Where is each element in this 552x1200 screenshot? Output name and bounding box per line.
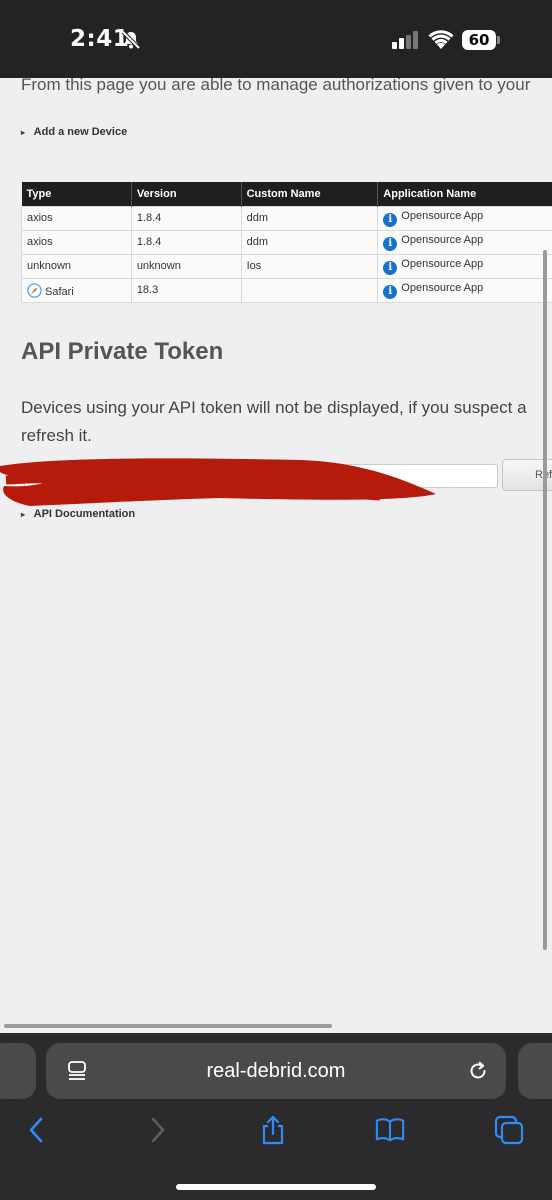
info-icon[interactable]: i: [383, 212, 398, 227]
cell-version: 1.8.4: [130, 229, 242, 255]
cell-version: unknown: [130, 253, 242, 279]
api-token-description: Devices using your API token will not be…: [21, 394, 552, 450]
chevron-right-icon: ▸: [21, 128, 26, 137]
safari-compass-icon: [27, 282, 42, 298]
column-header-application-name: Application Name: [377, 182, 552, 206]
wifi-icon: [428, 30, 454, 49]
home-indicator[interactable]: [176, 1184, 376, 1190]
share-icon[interactable]: [258, 1115, 288, 1145]
url-text: real-debrid.com: [206, 1060, 346, 1082]
cell-type: axios: [21, 205, 132, 231]
info-icon[interactable]: i: [383, 236, 398, 251]
bell-slash-icon: [121, 30, 141, 50]
next-tab-preview[interactable]: [518, 1043, 552, 1099]
cell-custom-name: Ios: [240, 253, 379, 279]
previous-tab-preview[interactable]: [0, 1043, 36, 1099]
column-header-type: Type: [21, 182, 132, 206]
bookmarks-icon[interactable]: [375, 1115, 405, 1145]
redaction-scribble: [0, 458, 436, 506]
api-documentation-label: API Documentation: [33, 508, 136, 520]
back-icon[interactable]: [22, 1115, 52, 1145]
status-bar: 2:41 60: [0, 0, 552, 78]
application-name: Opensource App: [401, 257, 484, 270]
cell-version: 1.8.4: [130, 205, 242, 231]
add-device-label: Add a new Device: [33, 126, 128, 138]
column-header-version: Version: [131, 182, 242, 206]
application-name: Opensource App: [401, 209, 484, 222]
tabs-icon[interactable]: [494, 1115, 524, 1145]
intro-text: From this page you are able to manage au…: [21, 78, 531, 94]
table-header-row: Type Version Custom Name Application Nam…: [21, 182, 552, 206]
api-token-heading: API Private Token: [21, 338, 224, 365]
info-icon[interactable]: i: [383, 260, 398, 275]
reload-icon[interactable]: [466, 1059, 490, 1083]
cell-custom-name: ddm: [240, 205, 379, 231]
info-icon[interactable]: i: [383, 284, 398, 299]
battery-level: 60: [462, 30, 496, 50]
column-header-custom-name: Custom Name: [241, 182, 379, 206]
signal-icon: [392, 31, 418, 49]
cell-type: Safari: [21, 277, 132, 303]
api-description-line-2: refresh it.: [21, 426, 92, 445]
cell-version: 18.3: [130, 277, 242, 303]
cell-type: unknown: [21, 253, 132, 279]
table-row: axios 1.8.4 ddm i Opensource App: [21, 205, 552, 231]
chevron-right-icon: ▸: [21, 510, 26, 519]
api-documentation-toggle[interactable]: ▸ API Documentation: [21, 508, 135, 520]
api-description-line-1: Devices using your API token will not be…: [21, 398, 527, 417]
application-name: Opensource App: [401, 281, 484, 294]
table-row: Safari 18.3 i Opensource App: [21, 277, 552, 303]
forward-icon[interactable]: [142, 1115, 172, 1145]
cell-type: axios: [21, 229, 132, 255]
cell-application-name: i Opensource App: [377, 277, 552, 303]
devices-table: Type Version Custom Name Application Nam…: [21, 182, 552, 303]
cell-custom-name: [240, 277, 379, 303]
table-row: axios 1.8.4 ddm i Opensource App: [21, 229, 552, 255]
cell-application-name: i Opensource App: [377, 229, 552, 255]
cell-application-name: i Opensource App: [377, 253, 552, 279]
vertical-scrollbar[interactable]: [543, 250, 547, 950]
horizontal-scrollbar[interactable]: [4, 1024, 332, 1028]
table-row: unknown unknown Ios i Opensource App: [21, 253, 552, 279]
cell-application-name: i Opensource App: [377, 205, 552, 231]
application-name: Opensource App: [401, 233, 484, 246]
add-device-toggle[interactable]: ▸ Add a new Device: [21, 126, 127, 138]
cell-custom-name: ddm: [240, 229, 379, 255]
device-type: Safari: [45, 285, 74, 298]
battery-indicator: 60: [462, 30, 500, 50]
web-content: From this page you are able to manage au…: [0, 78, 552, 1033]
address-bar[interactable]: real-debrid.com: [46, 1043, 506, 1099]
browser-toolbar: real-debrid.com: [0, 1033, 552, 1200]
